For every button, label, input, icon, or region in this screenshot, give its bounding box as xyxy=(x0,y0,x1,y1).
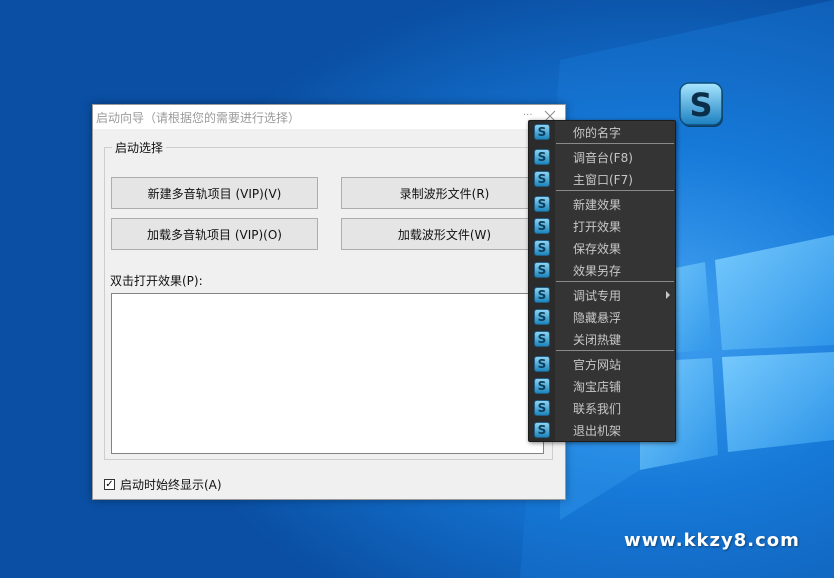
show-on-startup-checkbox[interactable]: ✓ xyxy=(104,479,115,490)
app-s-icon: S xyxy=(534,262,550,278)
record-wave-file-button[interactable]: 录制波形文件(R) xyxy=(341,177,548,209)
menu-item-label: 保存效果 xyxy=(573,242,622,256)
app-s-icon: S xyxy=(534,400,550,416)
menu-item-label: 联系我们 xyxy=(573,402,622,416)
app-s-icon: S xyxy=(534,149,550,165)
menu-separator xyxy=(556,350,674,351)
menu-item-label: 打开效果 xyxy=(573,220,622,234)
app-s-icon: S xyxy=(534,422,550,438)
app-s-icon: S xyxy=(534,218,550,234)
floating-icon-letter: S xyxy=(689,86,712,124)
menu-item[interactable]: S 你的名字 xyxy=(529,121,675,143)
menu-item-label: 你的名字 xyxy=(573,126,622,140)
new-multitrack-project-button[interactable]: 新建多音轨项目 (VIP)(V) xyxy=(111,177,318,209)
show-on-startup-label: 启动时始终显示(A) xyxy=(120,478,222,492)
startup-wizard-dialog: 启动向导（请根据您的需要进行选择） ... 启动选择 新建多音轨项目 (VIP)… xyxy=(92,104,566,500)
title-dots: ... xyxy=(523,107,533,118)
app-s-icon: S xyxy=(534,356,550,372)
app-s-icon: S xyxy=(534,124,550,140)
effects-listbox[interactable] xyxy=(111,293,544,454)
menu-item-label: 调试专用 xyxy=(573,289,622,303)
menu-item-label: 主窗口(F7) xyxy=(573,173,633,187)
menu-item[interactable]: S 联系我们 xyxy=(529,397,675,419)
menu-item[interactable]: S 保存效果 xyxy=(529,237,675,259)
menu-item[interactable]: S 调试专用 xyxy=(529,284,675,306)
app-s-icon: S xyxy=(534,309,550,325)
app-s-icon: S xyxy=(534,287,550,303)
floating-app-icon[interactable]: S xyxy=(679,82,725,128)
menu-item[interactable]: S 隐藏悬浮 xyxy=(529,306,675,328)
app-s-icon: S xyxy=(534,240,550,256)
app-s-icon: S xyxy=(534,171,550,187)
effects-list-label: 双击打开效果(P): xyxy=(110,274,203,288)
menu-item[interactable]: S 效果另存 xyxy=(529,259,675,281)
menu-item[interactable]: S 主窗口(F7) xyxy=(529,168,675,190)
menu-item-label: 新建效果 xyxy=(573,198,622,212)
menu-separator xyxy=(556,143,674,144)
app-s-icon: S xyxy=(534,331,550,347)
menu-item-label: 官方网站 xyxy=(573,358,622,372)
menu-item-label: 隐藏悬浮 xyxy=(573,311,622,325)
menu-item[interactable]: S 淘宝店铺 xyxy=(529,375,675,397)
menu-item-label: 退出机架 xyxy=(573,424,622,438)
menu-item-label: 淘宝店铺 xyxy=(573,380,622,394)
group-label: 启动选择 xyxy=(112,139,167,156)
menu-item[interactable]: S 调音台(F8) xyxy=(529,146,675,168)
menu-item-label: 调音台(F8) xyxy=(573,151,633,165)
app-s-icon: S xyxy=(534,378,550,394)
menu-item[interactable]: S 关闭热键 xyxy=(529,328,675,350)
menu-separator xyxy=(556,281,674,282)
app-s-icon: S xyxy=(534,196,550,212)
menu-item[interactable]: S 官方网站 xyxy=(529,353,675,375)
load-wave-file-button[interactable]: 加载波形文件(W) xyxy=(341,218,548,250)
context-menu: S 你的名字 S 调音台(F8) S 主窗口(F7) S 新建效果 S 打开效果 S 保存效果 S 效果另… xyxy=(528,120,676,442)
dialog-title: 启动向导（请根据您的需要进行选择） xyxy=(96,111,301,125)
show-on-startup-row[interactable]: ✓ 启动时始终显示(A) xyxy=(104,476,222,493)
menu-item[interactable]: S 退出机架 xyxy=(529,419,675,441)
watermark: www.kkzy8.com xyxy=(624,530,800,551)
load-multitrack-project-button[interactable]: 加载多音轨项目 (VIP)(O) xyxy=(111,218,318,250)
menu-item[interactable]: S 打开效果 xyxy=(529,215,675,237)
menu-item-label: 关闭热键 xyxy=(573,333,622,347)
submenu-arrow-icon xyxy=(666,291,670,299)
menu-item-label: 效果另存 xyxy=(573,264,622,278)
dialog-titlebar[interactable]: 启动向导（请根据您的需要进行选择） ... xyxy=(93,105,565,129)
menu-separator xyxy=(556,190,674,191)
menu-item[interactable]: S 新建效果 xyxy=(529,193,675,215)
